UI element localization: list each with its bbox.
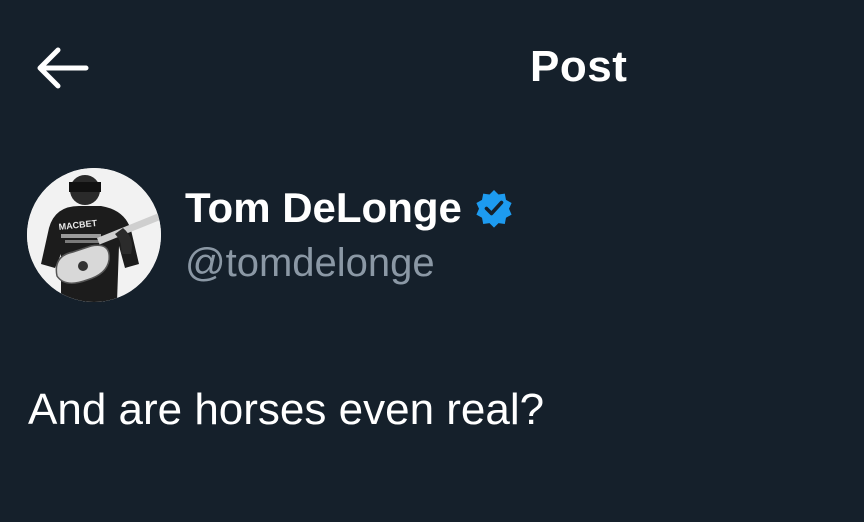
verified-badge-icon [476, 190, 512, 228]
avatar-photo: MACBET [27, 168, 161, 302]
post-author: MACBET Tom DeLonge @tomdelonge [27, 168, 847, 302]
page-title: Post [530, 42, 628, 91]
arrow-left-icon [37, 47, 89, 89]
post-header: Post [0, 0, 864, 130]
avatar[interactable]: MACBET [27, 168, 161, 302]
author-handle[interactable]: @tomdelonge [185, 238, 435, 288]
page-title-wrap: Post [530, 40, 627, 94]
back-button[interactable] [28, 38, 94, 98]
author-name-row[interactable]: Tom DeLonge [185, 182, 514, 234]
author-display-name: Tom DeLonge [185, 184, 462, 231]
post-text: And are horses even real? [28, 385, 545, 434]
